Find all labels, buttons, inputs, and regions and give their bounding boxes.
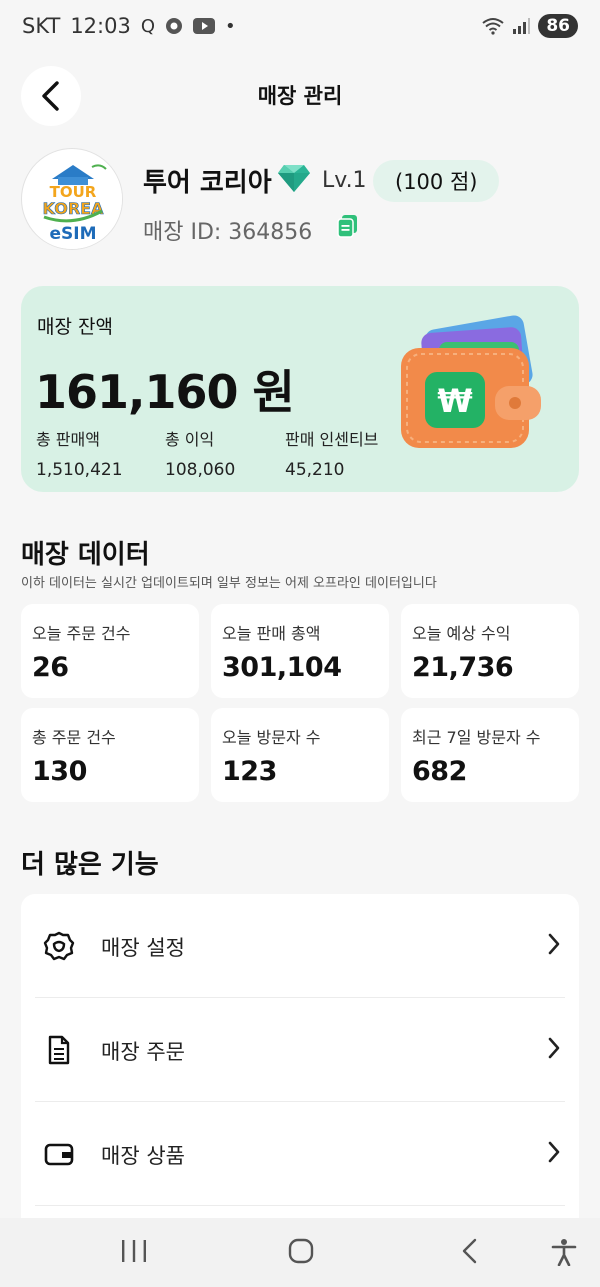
metric-value: 130 (32, 756, 87, 787)
metric-label: 총 주문 건수 (32, 728, 116, 747)
points-badge: (100 점) (373, 160, 500, 202)
metric-value: 682 (412, 756, 467, 787)
metric-card: 총 주문 건수 130 (21, 708, 199, 802)
metric-label: 오늘 주문 건수 (32, 624, 131, 643)
menu-item-label: 매장 설정 (101, 936, 185, 960)
menu-item-store-orders[interactable]: 매장 주문 (21, 998, 579, 1102)
incentive-stat: 판매 인센티브 45,210 (285, 426, 378, 480)
wallet-illustration: ₩ (401, 315, 541, 448)
metric-label: 최근 7일 방문자 수 (412, 728, 541, 747)
store-id: 매장 ID: 364856 (143, 220, 313, 245)
metric-value: 301,104 (222, 652, 342, 683)
youtube-icon (193, 18, 216, 34)
document-icon (48, 1035, 70, 1065)
total-sales-label: 총 판매액 (36, 430, 100, 449)
signal-icon (513, 18, 531, 34)
menu-item-label: 매장 상품 (101, 1144, 185, 1168)
wallet-icon (44, 1143, 74, 1166)
incentive-value: 45,210 (285, 460, 345, 480)
battery-badge: 86 (538, 14, 578, 38)
metric-card: 오늘 예상 수익 21,736 (401, 604, 579, 698)
chevron-right-icon (548, 933, 560, 955)
metric-label: 오늘 예상 수익 (412, 624, 511, 643)
metric-value: 123 (222, 756, 277, 787)
store-data-title: 매장 데이터 (21, 540, 150, 570)
store-level: Lv.1 (322, 168, 367, 193)
svg-text:₩: ₩ (437, 382, 472, 420)
balance-label: 매장 잔액 (37, 316, 113, 338)
total-profit-stat: 총 이익 108,060 (165, 426, 235, 480)
metric-value: 21,736 (412, 652, 514, 683)
metric-value: 26 (32, 652, 69, 683)
store-profile: TOUR KOREA eSIM 투어 코리아 Lv.1 (100 점) 매장 I… (21, 148, 581, 252)
total-profit-value: 108,060 (165, 460, 236, 480)
gear-icon (43, 931, 75, 961)
store-logo: TOUR KOREA eSIM (21, 148, 123, 250)
metric-card: 오늘 방문자 수 123 (211, 708, 389, 802)
store-name: 투어 코리아 (143, 168, 272, 198)
copy-icon[interactable] (337, 214, 359, 238)
metric-card: 최근 7일 방문자 수 682 (401, 708, 579, 802)
chrome-icon (166, 18, 183, 34)
home-icon[interactable] (287, 1238, 315, 1264)
metric-label: 오늘 판매 총액 (222, 624, 321, 643)
more-features-list: 매장 설정 매장 주문 매장 상품 (21, 894, 579, 1234)
balance-card: 매장 잔액 161,160 원 총 판매액 1,510,421 총 이익 108… (21, 286, 579, 492)
metric-card: 오늘 판매 총액 301,104 (211, 604, 389, 698)
metric-label: 오늘 방문자 수 (222, 728, 321, 747)
incentive-label: 판매 인센티브 (285, 430, 379, 449)
carrier-label: SKT (22, 14, 61, 38)
q-icon: Q (140, 15, 156, 37)
diamond-icon (278, 165, 310, 192)
menu-item-label: 매장 주문 (101, 1040, 185, 1064)
system-nav-bar (0, 1218, 600, 1287)
accessibility-icon[interactable] (551, 1238, 577, 1266)
logo-text-esim: eSIM (49, 224, 96, 244)
menu-item-store-settings[interactable]: 매장 설정 (21, 894, 579, 998)
status-bar: SKT 12:03 Q • 86 (0, 0, 600, 52)
back-nav-icon[interactable] (458, 1238, 482, 1264)
page-title: 매장 관리 (257, 84, 343, 108)
balance-value: 161,160 원 (35, 365, 295, 419)
dot-icon: • (225, 15, 236, 37)
wifi-icon (482, 18, 504, 35)
total-sales-value: 1,510,421 (36, 460, 123, 480)
total-profit-label: 총 이익 (165, 430, 215, 449)
back-button[interactable] (21, 66, 81, 126)
metric-card: 오늘 주문 건수 26 (21, 604, 199, 698)
chevron-right-icon (548, 1141, 560, 1163)
chevron-right-icon (548, 1037, 560, 1059)
recent-apps-icon[interactable] (120, 1238, 148, 1264)
clock: 12:03 (70, 14, 131, 38)
store-data-subtitle: 이하 데이터는 실시간 업데이트되며 일부 정보는 어제 오프라인 데이터입니다 (21, 576, 437, 591)
total-sales-stat: 총 판매액 1,510,421 (36, 426, 123, 480)
menu-divider (35, 1205, 565, 1206)
chevron-left-icon (42, 81, 59, 111)
more-features-title: 더 많은 기능 (21, 850, 159, 880)
menu-item-store-products[interactable]: 매장 상품 (21, 1102, 579, 1206)
app-header: 매장 관리 (0, 64, 600, 126)
